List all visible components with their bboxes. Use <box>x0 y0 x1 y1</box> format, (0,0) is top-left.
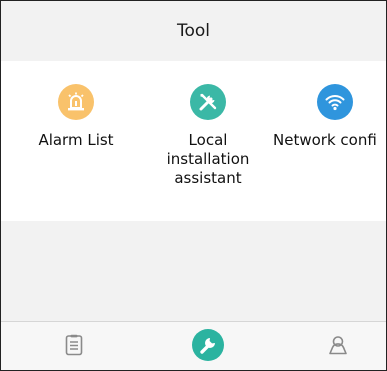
tab-list[interactable] <box>44 322 104 370</box>
tab-tool[interactable] <box>178 322 238 370</box>
user-icon <box>328 335 348 359</box>
bottom-tab-bar <box>1 321 386 370</box>
wrench-icon <box>191 328 225 366</box>
local-installation-assistant-label: Local installation assistant <box>166 131 250 187</box>
tools-panel: Alarm List Local installation assistant <box>1 61 386 221</box>
alarm-list-label: Alarm List <box>38 131 114 149</box>
alarm-icon <box>58 84 94 120</box>
tab-user[interactable] <box>308 322 368 370</box>
list-icon <box>65 334 83 360</box>
network-config-tool[interactable]: Network confi <box>273 84 386 150</box>
alarm-list-tool[interactable]: Alarm List <box>11 84 141 150</box>
tools-icon <box>190 84 226 120</box>
network-config-label: Network confi <box>273 131 377 149</box>
tool-screen: Tool Alarm List Local installation assis… <box>0 0 387 371</box>
wifi-icon <box>317 84 353 120</box>
page-title: Tool <box>176 21 211 41</box>
local-installation-assistant-tool[interactable]: Local installation assistant <box>143 84 273 188</box>
header: Tool <box>1 1 386 61</box>
